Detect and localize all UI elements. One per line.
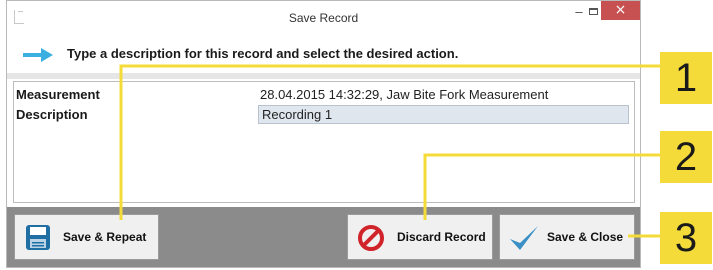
minimize-button[interactable]: – [572, 4, 586, 20]
window-title: Save Record [288, 11, 359, 25]
save-repeat-label: Save & Repeat [63, 230, 147, 244]
checkmark-icon [510, 226, 538, 250]
description-input[interactable]: Recording 1 [258, 105, 629, 124]
title-bar[interactable]: Save Record – × [7, 1, 640, 35]
action-bar: Save & Repeat Discard Record Save & Clos… [7, 207, 640, 267]
description-label: Description [16, 107, 88, 122]
separator [7, 73, 640, 79]
save-record-dialog: Save Record – × Type a description for t… [6, 0, 641, 268]
callout-3: 3 [660, 212, 712, 264]
save-close-label: Save & Close [547, 230, 624, 244]
discard-record-label: Discard Record [397, 230, 486, 244]
arrow-right-icon [23, 48, 53, 62]
measurement-value: 28.04.2015 14:32:29, Jaw Bite Fork Measu… [260, 87, 549, 102]
floppy-disk-icon [26, 225, 50, 250]
measurement-label: Measurement [16, 87, 100, 102]
discard-record-button[interactable]: Discard Record [347, 214, 493, 260]
instruction-bar: Type a description for this record and s… [7, 35, 640, 73]
record-fields: Measurement 28.04.2015 14:32:29, Jaw Bit… [13, 81, 635, 203]
maximize-button[interactable] [589, 8, 598, 15]
close-button[interactable]: × [601, 1, 640, 20]
save-close-button[interactable]: Save & Close [499, 214, 635, 260]
save-repeat-button[interactable]: Save & Repeat [14, 214, 159, 260]
callout-2: 2 [660, 131, 712, 183]
instruction-text: Type a description for this record and s… [67, 46, 459, 61]
callout-1: 1 [660, 52, 712, 104]
no-sign-icon [358, 225, 384, 251]
